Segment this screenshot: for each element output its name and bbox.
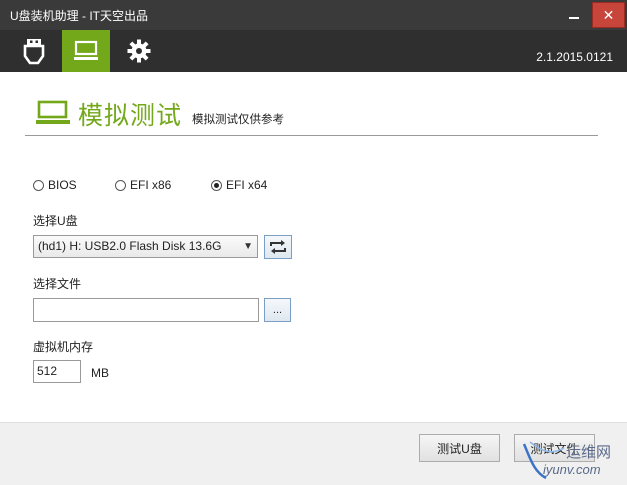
radio-selected-icon: [211, 179, 222, 191]
radio-efi-x64[interactable]: EFI x64: [211, 178, 267, 192]
disk-select[interactable]: (hd1) H: USB2.0 Flash Disk 13.6G ▼: [33, 235, 258, 258]
file-path-input[interactable]: [33, 298, 259, 322]
radio-bios[interactable]: BIOS: [33, 178, 77, 192]
chevron-down-icon: ▼: [243, 241, 253, 252]
toolbar-vm-button[interactable]: [62, 30, 110, 72]
radio-efi-x86[interactable]: EFI x86: [115, 178, 171, 192]
browse-file-button[interactable]: ...: [264, 298, 291, 322]
watermark-text: 运维网: [566, 444, 612, 461]
close-button[interactable]: ✕: [592, 2, 625, 28]
memory-input[interactable]: 512: [33, 360, 81, 383]
radio-efi-x64-label: EFI x64: [226, 178, 268, 192]
radio-circle-icon: [33, 179, 44, 191]
main-toolbar: 2.1.2015.0121: [0, 30, 627, 72]
header-divider: [25, 135, 598, 136]
toolbar-settings-button[interactable]: [115, 30, 163, 72]
gear-icon: [127, 39, 151, 63]
radio-efi-x86-label: EFI x86: [130, 178, 172, 192]
usb-drive-icon: [23, 39, 45, 65]
test-usb-label: 测试U盘: [437, 441, 482, 456]
minimize-icon: [569, 17, 579, 19]
page-subtitle: 模拟测试仅供参考: [192, 114, 284, 126]
disk-label: 选择U盘: [33, 214, 78, 228]
radio-bios-label: BIOS: [48, 178, 77, 192]
memory-value: 512: [37, 364, 58, 378]
watermark-url: iyunv.com: [543, 462, 601, 477]
memory-unit: MB: [91, 366, 109, 380]
virtual-machine-icon: [74, 40, 98, 60]
file-label: 选择文件: [33, 277, 82, 291]
disk-select-value: (hd1) H: USB2.0 Flash Disk 13.6G: [38, 239, 222, 253]
refresh-icon: [270, 240, 286, 254]
window-title: U盘装机助理 - IT天空出品: [10, 9, 148, 23]
virtual-machine-header-icon: [36, 100, 70, 124]
memory-label: 虚拟机内存: [33, 340, 94, 354]
page-title: 模拟测试: [78, 102, 183, 130]
close-icon: ✕: [602, 6, 615, 23]
radio-circle-icon: [115, 179, 126, 191]
browse-file-label: ...: [272, 303, 283, 316]
refresh-disks-button[interactable]: [264, 235, 292, 259]
test-usb-button[interactable]: 测试U盘: [419, 434, 500, 462]
title-bar: U盘装机助理 - IT天空出品 ✕: [0, 0, 627, 30]
toolbar-usb-button[interactable]: [10, 30, 58, 72]
version-label: 2.1.2015.0121: [536, 50, 613, 64]
minimize-button[interactable]: [560, 0, 588, 28]
